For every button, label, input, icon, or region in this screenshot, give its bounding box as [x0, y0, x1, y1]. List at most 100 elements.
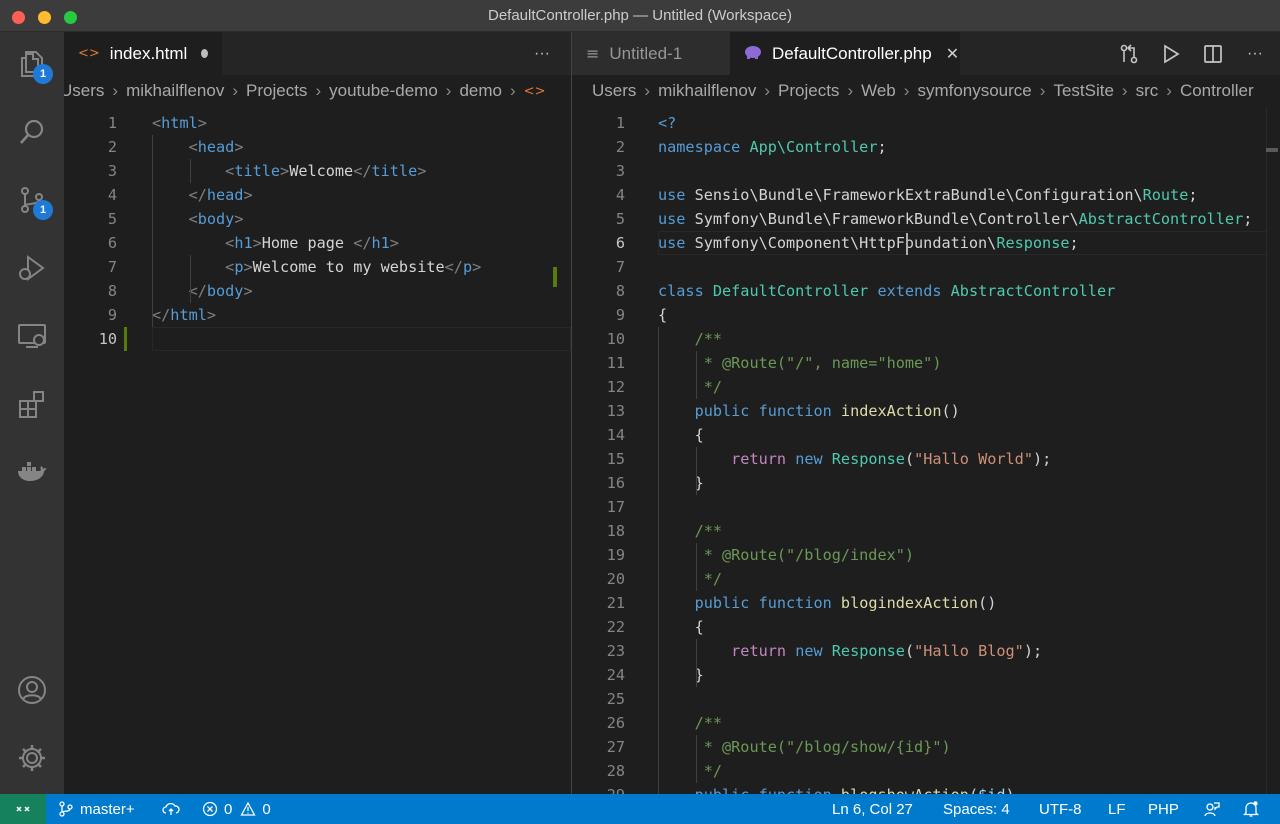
code-line[interactable]: 29 public function blogshowAction($id): [572, 783, 1280, 794]
window-title: DefaultController.php — Untitled (Worksp…: [487, 7, 793, 24]
more-actions-button[interactable]: ···: [521, 32, 563, 75]
feedback-button[interactable]: [1202, 794, 1226, 824]
run-debug-button[interactable]: [0, 240, 64, 296]
code-line[interactable]: 15 return new Response("Hallo World");: [572, 447, 1280, 471]
line-number: 9: [107, 306, 117, 324]
language-mode-button[interactable]: PHP: [1148, 794, 1179, 824]
line-text: <p>Welcome to my website</p>: [225, 258, 482, 276]
code-editor-left[interactable]: 1 <html> 2 <head> 3 <title>Welcome</title> 4…: [64, 107, 571, 794]
line-number: 3: [107, 162, 117, 180]
code-line[interactable]: 3 <title>Welcome</title>: [64, 159, 571, 183]
indentation-button[interactable]: Spaces: 4: [943, 794, 1010, 824]
breadcrumb-item[interactable]: symfonysource: [917, 81, 1031, 101]
code-line[interactable]: 7: [572, 255, 1280, 279]
accounts-button[interactable]: [0, 662, 64, 718]
breadcrumb-item[interactable]: youtube-demo: [329, 81, 438, 101]
indent-guide: [190, 255, 191, 303]
code-line[interactable]: 25: [572, 687, 1280, 711]
code-line[interactable]: 8 </body>: [64, 279, 571, 303]
bell-icon: [1243, 801, 1259, 817]
code-line[interactable]: 8 class DefaultController extends Abstrac…: [572, 279, 1280, 303]
explorer-badge: 1: [33, 64, 53, 84]
breadcrumb-item[interactable]: Users: [592, 81, 636, 101]
sync-button[interactable]: [162, 794, 186, 824]
docker-button[interactable]: [0, 444, 64, 500]
code-line[interactable]: 19 * @Route("/blog/index"): [572, 543, 1280, 567]
code-line[interactable]: 11 * @Route("/", name="home"): [572, 351, 1280, 375]
code-line[interactable]: 12 */: [572, 375, 1280, 399]
code-editor-right[interactable]: 1 <? 2 namespace App\Controller; 3 4 use Sensi…: [572, 107, 1280, 794]
tab-label: DefaultController.php: [772, 43, 932, 63]
code-line[interactable]: 1 <?: [572, 111, 1280, 135]
code-line[interactable]: 22 {: [572, 615, 1280, 639]
breadcrumb-item[interactable]: demo: [459, 81, 502, 101]
breadcrumb-item[interactable]: mikhailflenov: [126, 81, 224, 101]
html-file-icon: <>: [523, 83, 546, 99]
code-line[interactable]: 13 public function indexAction(): [572, 399, 1280, 423]
code-line[interactable]: 28 */: [572, 759, 1280, 783]
cursor-position-button[interactable]: Ln 6, Col 27: [832, 794, 913, 824]
code-line[interactable]: 9 </html>: [64, 303, 571, 327]
code-line[interactable]: 16 }: [572, 471, 1280, 495]
breadcrumb-item[interactable]: Users: [64, 81, 104, 101]
open-changes-button[interactable]: [1108, 32, 1150, 75]
code-line[interactable]: 20 */: [572, 567, 1280, 591]
code-line[interactable]: 24 }: [572, 663, 1280, 687]
breadcrumb-item[interactable]: Projects: [246, 81, 307, 101]
chevron-right-icon: ›: [112, 81, 119, 100]
breadcrumb-item[interactable]: mikhailflenov: [658, 81, 756, 101]
notifications-button[interactable]: [1243, 794, 1265, 824]
breadcrumb-item[interactable]: TestSite: [1053, 81, 1113, 101]
more-actions-button[interactable]: ···: [1234, 32, 1276, 75]
breadcrumb-item[interactable]: Web: [861, 81, 896, 101]
tab-index-html[interactable]: <> index.html: [64, 32, 222, 75]
branch-button[interactable]: master+: [58, 794, 135, 824]
code-line[interactable]: 10: [64, 327, 571, 351]
code-line[interactable]: 18 /**: [572, 519, 1280, 543]
problems-button[interactable]: 0 0: [202, 794, 271, 824]
code-line[interactable]: 14 {: [572, 423, 1280, 447]
search-button[interactable]: [0, 104, 64, 160]
breadcrumb-item[interactable]: Controller: [1180, 81, 1254, 101]
code-line[interactable]: 5 <body>: [64, 207, 571, 231]
code-line[interactable]: 9{: [572, 303, 1280, 327]
compare-changes-icon: [1120, 43, 1138, 63]
code-line[interactable]: 21 public function blogindexAction(): [572, 591, 1280, 615]
line-number: 2: [615, 138, 625, 156]
remote-indicator-button[interactable]: [0, 794, 46, 824]
tab-untitled-1[interactable]: ≡ Untitled-1: [572, 32, 730, 75]
line-number: 5: [615, 210, 625, 228]
breadcrumb-item[interactable]: Projects: [778, 81, 839, 101]
code-line[interactable]: 6 <h1>Home page </h1>: [64, 231, 571, 255]
unsaved-dot-icon[interactable]: [201, 49, 208, 58]
code-line[interactable]: 3: [572, 159, 1280, 183]
breadcrumb-item[interactable]: src: [1136, 81, 1159, 101]
account-icon: [18, 676, 46, 704]
tab-defaultcontroller-php[interactable]: DefaultController.php ✕: [730, 32, 960, 75]
code-line[interactable]: 26 /**: [572, 711, 1280, 735]
split-editor-button[interactable]: [1192, 32, 1234, 75]
code-line[interactable]: 17: [572, 495, 1280, 519]
code-line[interactable]: 23 return new Response("Hallo Blog");: [572, 639, 1280, 663]
manage-button[interactable]: [0, 730, 64, 786]
explorer-button[interactable]: 1: [0, 36, 64, 92]
code-line[interactable]: 2 <head>: [64, 135, 571, 159]
code-line[interactable]: 6 use Symfony\Component\HttpFoundation\Re…: [572, 231, 1280, 255]
remote-explorer-button[interactable]: [0, 308, 64, 364]
code-line[interactable]: 5 use Symfony\Bundle\FrameworkBundle\Cont…: [572, 207, 1280, 231]
close-tab-icon[interactable]: ✕: [946, 44, 959, 64]
encoding-button[interactable]: UTF-8: [1039, 794, 1082, 824]
code-line[interactable]: 4 </head>: [64, 183, 571, 207]
run-button[interactable]: [1150, 32, 1192, 75]
code-line[interactable]: 4 use Sensio\Bundle\FrameworkExtraBundle\…: [572, 183, 1280, 207]
html-file-icon: <>: [78, 46, 100, 61]
code-line[interactable]: 7 <p>Welcome to my website</p>: [64, 255, 571, 279]
eol-button[interactable]: LF: [1108, 794, 1126, 824]
source-control-button[interactable]: 1: [0, 172, 64, 228]
code-line[interactable]: 1 <html>: [64, 111, 571, 135]
code-line[interactable]: 10 /**: [572, 327, 1280, 351]
extensions-button[interactable]: [0, 376, 64, 432]
scrollbar-vertical[interactable]: [1266, 107, 1280, 794]
code-line[interactable]: 2 namespace App\Controller;: [572, 135, 1280, 159]
code-line[interactable]: 27 * @Route("/blog/show/{id}"): [572, 735, 1280, 759]
